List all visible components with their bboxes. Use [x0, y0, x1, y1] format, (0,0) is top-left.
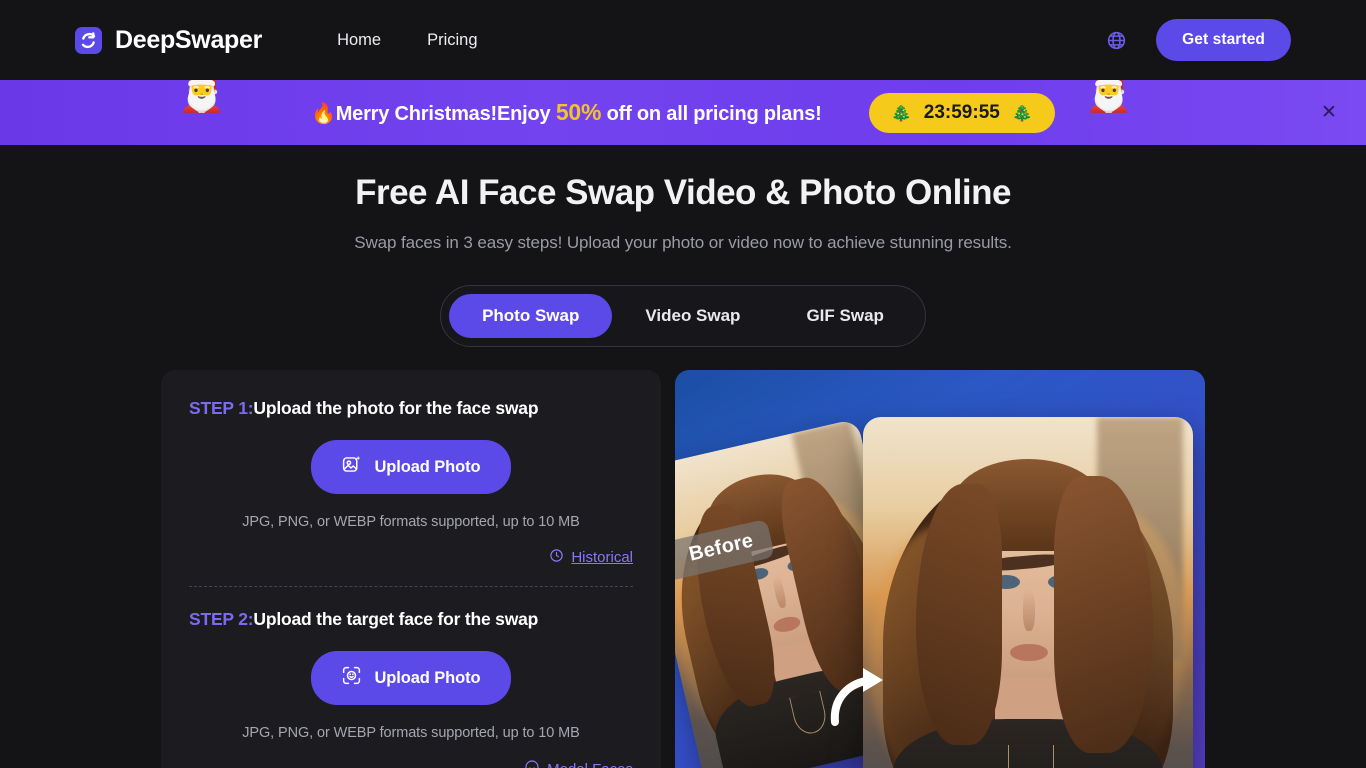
step-1-button-row: Upload Photo [189, 440, 633, 494]
swap-arrow-icon [825, 660, 895, 730]
banner-content: 🔥Merry Christmas!Enjoy 50% off on all pr… [311, 92, 1056, 133]
nav-item-home[interactable]: Home [314, 31, 404, 50]
santa-climbing-icon-right: 🎅 [1085, 80, 1133, 114]
christmas-tree-icon-left: 🎄 [890, 102, 912, 122]
preview-panel: Before [675, 370, 1205, 768]
step-2-button-row: Upload Photo [189, 651, 633, 705]
countdown-value: 23:59:55 [923, 101, 1000, 123]
historical-link-label: Historical [571, 549, 633, 566]
countdown-timer: 🎄 23:59:55 🎄 [868, 92, 1056, 133]
step-2-block: STEP 2:Upload the target face for the sw… [189, 587, 633, 768]
image-sparkle-icon [341, 454, 362, 480]
deepswaper-swap-logo-icon [75, 26, 102, 54]
tab-photo-swap[interactable]: Photo Swap [449, 294, 613, 338]
page-title: Free AI Face Swap Video & Photo Online [355, 173, 1011, 212]
after-portrait-image [863, 417, 1193, 768]
historical-link[interactable]: Historical [549, 548, 633, 567]
main-nav: Home Pricing [314, 31, 500, 50]
banner-discount: 50% [555, 99, 602, 125]
promo-banner: 🎅 🎅 🔥Merry Christmas!Enjoy 50% off on al… [0, 80, 1366, 145]
model-faces-link[interactable]: Model Faces [524, 759, 633, 768]
hero-section: Free AI Face Swap Video & Photo Online S… [0, 145, 1366, 253]
upload-photo-label-step1: Upload Photo [374, 457, 481, 476]
step-1-label: Upload the photo for the face swap [253, 398, 539, 418]
get-started-button[interactable]: Get started [1156, 19, 1291, 61]
step-2-label: Upload the target face for the swap [253, 609, 539, 629]
model-faces-link-label: Model Faces [547, 761, 633, 768]
nav-item-pricing[interactable]: Pricing [404, 31, 500, 50]
face-scan-icon [341, 665, 362, 691]
upload-photo-label-step2: Upload Photo [374, 668, 481, 687]
steps-panel: STEP 1:Upload the photo for the face swa… [161, 370, 661, 768]
logo[interactable]: DeepSwaper [75, 26, 262, 55]
step-1-title: STEP 1:Upload the photo for the face swa… [189, 398, 633, 419]
main-content: STEP 1:Upload the photo for the face swa… [0, 370, 1366, 768]
upload-photo-button-step1[interactable]: Upload Photo [311, 440, 511, 494]
swap-mode-tabs-wrapper: Photo Swap Video Swap GIF Swap [0, 285, 1366, 347]
christmas-tree-icon-right: 🎄 [1011, 102, 1034, 122]
header-actions: Get started [1104, 19, 1291, 61]
tab-video-swap[interactable]: Video Swap [612, 294, 773, 338]
step-1-block: STEP 1:Upload the photo for the face swa… [189, 398, 633, 587]
upload-photo-button-step2[interactable]: Upload Photo [311, 651, 511, 705]
tab-gif-swap[interactable]: GIF Swap [773, 294, 916, 338]
step-1-formats: JPG, PNG, or WEBP formats supported, up … [242, 514, 580, 530]
banner-message: 🔥Merry Christmas!Enjoy 50% off on all pr… [311, 99, 822, 126]
step-2-formats: JPG, PNG, or WEBP formats supported, up … [242, 725, 580, 741]
site-header: DeepSwaper Home Pricing Get started [0, 0, 1366, 80]
smiley-face-icon [524, 759, 540, 768]
banner-message-prefix: Merry Christmas!Enjoy [335, 103, 556, 125]
logo-text: DeepSwaper [115, 25, 263, 54]
step-1-number: STEP 1: [189, 398, 254, 418]
after-photo-card [863, 417, 1193, 768]
santa-climbing-icon-left: 🎅 [178, 80, 226, 114]
step-1-link-row: Historical [189, 548, 633, 567]
banner-message-suffix: off on all pricing plans! [601, 103, 822, 125]
fire-icon: 🔥 [310, 103, 336, 125]
step-2-title: STEP 2:Upload the target face for the sw… [189, 609, 633, 630]
step-2-number: STEP 2: [189, 609, 254, 629]
swap-mode-tabs: Photo Swap Video Swap GIF Swap [440, 285, 926, 347]
globe-icon[interactable] [1104, 28, 1128, 52]
step-2-link-row: Model Faces [189, 759, 633, 768]
clock-icon [549, 548, 564, 567]
close-icon[interactable]: ✕ [1318, 102, 1340, 124]
page-subtitle: Swap faces in 3 easy steps! Upload your … [354, 233, 1012, 252]
